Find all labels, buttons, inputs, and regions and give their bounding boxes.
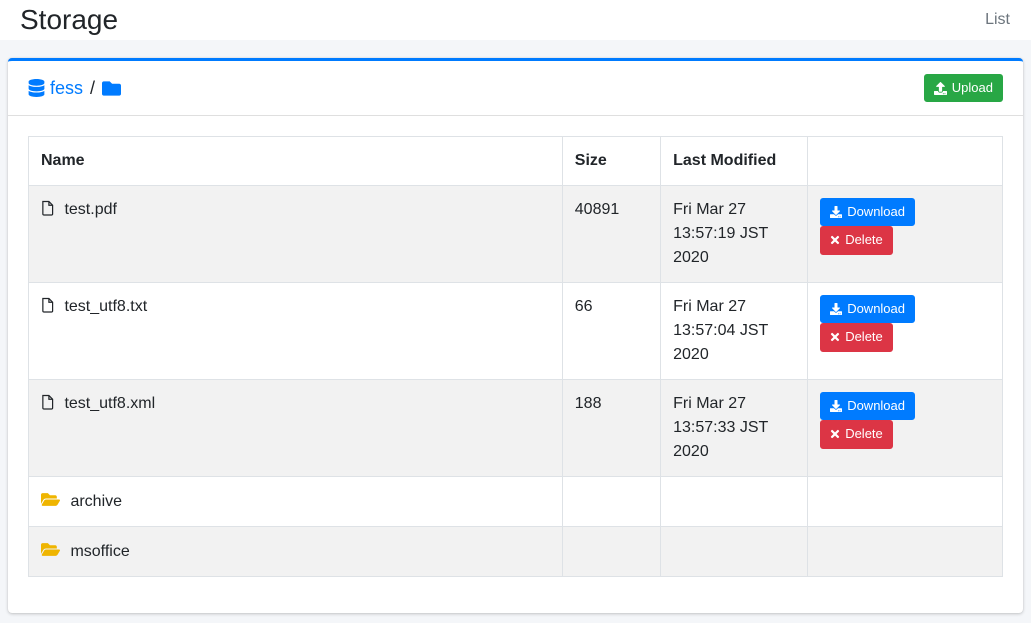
table-row: test.pdf 40891 Fri Mar 27 13:57:19 JST 2… bbox=[29, 186, 1003, 283]
upload-button[interactable]: Upload bbox=[924, 74, 1003, 102]
actions-cell: Download Delete bbox=[808, 283, 1003, 380]
column-header-actions bbox=[808, 137, 1003, 186]
name-cell: test_utf8.xml bbox=[29, 380, 563, 477]
name-cell: test.pdf bbox=[29, 186, 563, 283]
actions-cell: Download Delete bbox=[808, 186, 1003, 283]
file-icon bbox=[41, 297, 54, 313]
table-row: test_utf8.xml 188 Fri Mar 27 13:57:33 JS… bbox=[29, 380, 1003, 477]
item-name: test_utf8.txt bbox=[64, 298, 147, 315]
column-header-name: Name bbox=[29, 137, 563, 186]
database-icon bbox=[28, 79, 45, 97]
upload-icon bbox=[934, 82, 947, 95]
delete-button[interactable]: Delete bbox=[820, 420, 893, 448]
name-cell: test_utf8.txt bbox=[29, 283, 563, 380]
storage-card: fess / Upload bbox=[8, 58, 1023, 613]
delete-button[interactable]: Delete bbox=[820, 226, 893, 254]
download-button-label: Download bbox=[847, 300, 905, 318]
item-name: test.pdf bbox=[64, 201, 116, 218]
column-header-last-modified: Last Modified bbox=[661, 137, 808, 186]
page-root: Storage List fess / bbox=[0, 0, 1031, 623]
download-button[interactable]: Download bbox=[820, 198, 915, 226]
table-body: test.pdf 40891 Fri Mar 27 13:57:19 JST 2… bbox=[29, 186, 1003, 577]
delete-button-label: Delete bbox=[845, 231, 883, 249]
actions-cell: Download Delete bbox=[808, 527, 1003, 577]
table-header-row: Name Size Last Modified bbox=[29, 137, 1003, 186]
download-icon bbox=[830, 400, 842, 412]
upload-button-label: Upload bbox=[952, 79, 993, 97]
item-modified bbox=[661, 527, 808, 577]
download-icon bbox=[830, 303, 842, 315]
actions-cell: Download Delete bbox=[808, 477, 1003, 527]
card-body: Name Size Last Modified test.pdf 40891 F… bbox=[8, 116, 1023, 613]
item-modified: Fri Mar 27 13:57:19 JST 2020 bbox=[661, 186, 808, 283]
item-size bbox=[562, 477, 660, 527]
file-icon bbox=[41, 200, 54, 216]
download-button[interactable]: Download bbox=[820, 295, 915, 323]
item-modified: Fri Mar 27 13:57:04 JST 2020 bbox=[661, 283, 808, 380]
card-header: fess / Upload bbox=[8, 61, 1023, 116]
download-button[interactable]: Download bbox=[820, 392, 915, 420]
column-header-size: Size bbox=[562, 137, 660, 186]
delete-button-label: Delete bbox=[845, 328, 883, 346]
breadcrumb-separator: / bbox=[88, 78, 97, 99]
breadcrumb-bucket-link[interactable]: fess bbox=[50, 78, 83, 99]
breadcrumb: fess / bbox=[28, 78, 121, 99]
table-row: archive Download Delete bbox=[29, 477, 1003, 527]
delete-button[interactable]: Delete bbox=[820, 323, 893, 351]
actions-cell: Download Delete bbox=[808, 380, 1003, 477]
item-size: 188 bbox=[562, 380, 660, 477]
delete-x-icon bbox=[830, 234, 840, 246]
item-modified bbox=[661, 477, 808, 527]
download-icon bbox=[830, 206, 842, 218]
item-name: test_utf8.xml bbox=[64, 395, 155, 412]
folder-open-icon bbox=[41, 541, 60, 558]
content-header: Storage List bbox=[0, 0, 1031, 40]
name-cell: msoffice bbox=[29, 527, 563, 577]
storage-table: Name Size Last Modified test.pdf 40891 F… bbox=[28, 136, 1003, 577]
file-icon bbox=[41, 394, 54, 410]
page-title: Storage bbox=[20, 3, 118, 37]
download-button-label: Download bbox=[847, 203, 905, 221]
item-name[interactable]: archive bbox=[70, 493, 122, 510]
table-row: msoffice Download Delete bbox=[29, 527, 1003, 577]
name-cell: archive bbox=[29, 477, 563, 527]
folder-icon[interactable] bbox=[102, 79, 121, 98]
item-size: 40891 bbox=[562, 186, 660, 283]
delete-button-label: Delete bbox=[845, 425, 883, 443]
table-row: test_utf8.txt 66 Fri Mar 27 13:57:04 JST… bbox=[29, 283, 1003, 380]
folder-open-icon bbox=[41, 491, 60, 508]
item-size: 66 bbox=[562, 283, 660, 380]
download-button-label: Download bbox=[847, 397, 905, 415]
item-size bbox=[562, 527, 660, 577]
delete-x-icon bbox=[830, 428, 840, 440]
content-area: fess / Upload bbox=[0, 40, 1031, 623]
delete-x-icon bbox=[830, 331, 840, 343]
view-list-label[interactable]: List bbox=[985, 11, 1010, 29]
item-name[interactable]: msoffice bbox=[70, 543, 129, 560]
item-modified: Fri Mar 27 13:57:33 JST 2020 bbox=[661, 380, 808, 477]
